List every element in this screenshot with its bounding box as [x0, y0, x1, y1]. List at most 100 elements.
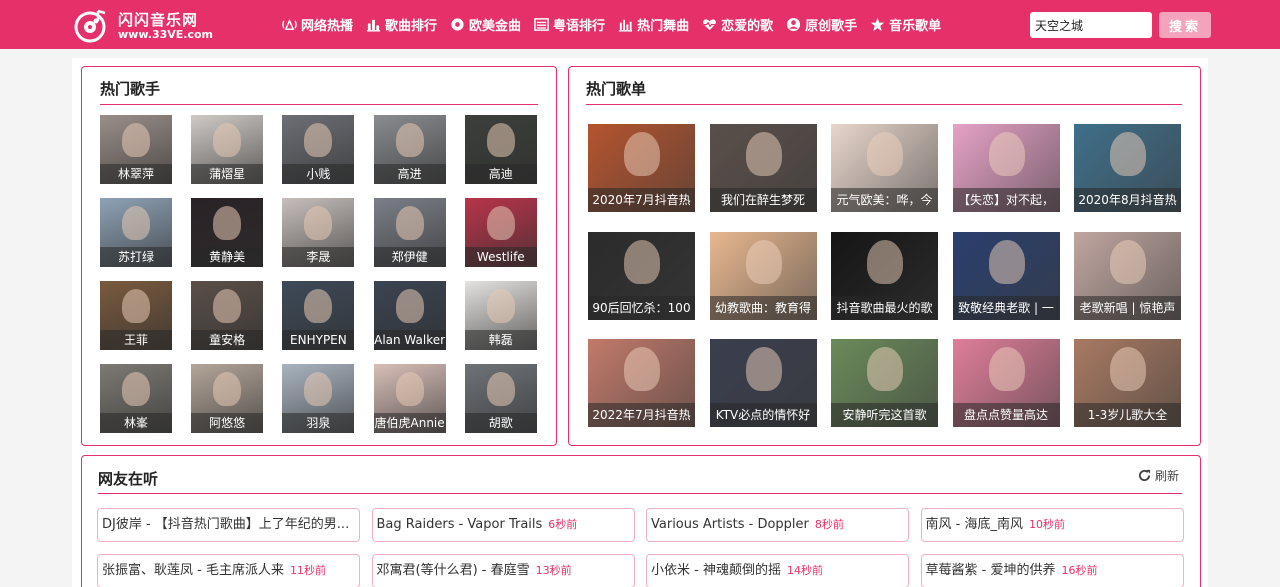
- singer-photo: [304, 289, 333, 323]
- singer-tile[interactable]: 高进: [373, 115, 446, 184]
- search-button[interactable]: 搜索: [1159, 12, 1211, 38]
- singer-name: 高进: [373, 164, 446, 184]
- playlist-tile[interactable]: 2020年7月抖音热: [588, 124, 695, 212]
- nav-item-playlists[interactable]: 音乐歌单: [870, 15, 941, 34]
- singer-tile[interactable]: 小贱: [282, 115, 355, 184]
- search-input[interactable]: [1030, 12, 1152, 38]
- singer-name: Westlife: [464, 247, 537, 267]
- singer-tile[interactable]: 高迪: [464, 115, 537, 184]
- singer-photo: [213, 206, 242, 240]
- singer-tile[interactable]: 郑伊健: [373, 198, 446, 267]
- singer-name: 苏打绿: [100, 247, 172, 267]
- playlist-cover: [1110, 347, 1146, 391]
- singer-tile[interactable]: 苏打绿: [100, 198, 172, 267]
- singer-tile[interactable]: 王菲: [100, 281, 172, 350]
- playlist-tile[interactable]: 元气欧美：哗，今: [831, 124, 938, 212]
- singer-tile[interactable]: Westlife: [464, 198, 537, 267]
- playlist-tile[interactable]: 幼教歌曲：教育得: [709, 231, 817, 320]
- listening-song: 草莓酱紫 - 爱坤的供养: [925, 563, 1056, 578]
- singer-name: 郑伊健: [373, 247, 446, 267]
- singer-photo: [122, 372, 150, 406]
- singer-tile[interactable]: 羽泉: [282, 364, 355, 433]
- nav-item-love-songs[interactable]: 恋爱的歌: [702, 15, 773, 34]
- nav-label: 原创歌手: [805, 19, 858, 34]
- listening-item[interactable]: 南风 - 海底_南风 10秒前: [920, 508, 1184, 542]
- playlist-tile[interactable]: 盘点点赞量高达: [952, 339, 1060, 427]
- singer-tile[interactable]: 林峯: [100, 364, 172, 433]
- singer-tile[interactable]: 蒲熠星: [191, 115, 264, 184]
- nav-item-broadcast[interactable]: 网络热播: [282, 15, 353, 34]
- playlist-name: 幼教歌曲：教育得: [709, 295, 817, 320]
- heart-pulse-icon: [703, 19, 717, 31]
- singer-tile[interactable]: ENHYPEN: [282, 281, 355, 350]
- playlist-name: 2022年7月抖音热: [588, 403, 695, 427]
- listening-item[interactable]: DJ彼岸 - 【抖音热门歌曲】上了年纪的男...: [97, 508, 360, 542]
- singer-tile[interactable]: Alan Walker: [373, 281, 446, 350]
- singer-name: 童安格: [191, 330, 264, 350]
- playlist-cover: [867, 347, 903, 391]
- nav-item-cantonese-rank[interactable]: 粤语排行: [534, 15, 605, 34]
- singer-photo: [304, 123, 333, 157]
- singer-name: 小贱: [282, 164, 355, 184]
- playlist-tile[interactable]: 安静听完这首歌: [831, 339, 938, 427]
- nav-label: 欧美金曲: [469, 19, 522, 34]
- nav-item-original-singers[interactable]: 原创歌手: [786, 15, 857, 34]
- main-nav: 网络热播 歌曲排行 欧美金曲 粤语排行 热门舞曲 恋爱的歌 原创歌手 音乐歌单: [282, 0, 954, 49]
- singer-tile[interactable]: 童安格: [191, 281, 264, 350]
- playlist-name: 1-3岁儿歌大全: [1074, 403, 1181, 427]
- refresh-icon: [1138, 469, 1151, 482]
- listening-item[interactable]: 草莓酱紫 - 爱坤的供养 16秒前: [920, 554, 1184, 587]
- singer-photo: [486, 372, 515, 406]
- listening-item[interactable]: Various Artists - Doppler 8秒前: [646, 508, 909, 542]
- playlist-cover: [1110, 239, 1146, 284]
- site-logo[interactable]: 闪闪音乐网 www.33VE.com: [72, 6, 222, 44]
- singer-tile[interactable]: 李晟: [282, 198, 355, 267]
- singer-name: 林翠萍: [100, 164, 172, 184]
- site-url: www.33VE.com: [118, 28, 214, 41]
- singer-tile[interactable]: 黄静美: [191, 198, 264, 267]
- nav-item-dance[interactable]: 热门舞曲: [618, 15, 689, 34]
- singer-name: Alan Walker: [373, 330, 446, 350]
- playlist-tile[interactable]: 2020年8月抖音热: [1074, 124, 1181, 212]
- playlist-tile[interactable]: 老歌新唱 | 惊艳声: [1074, 231, 1181, 320]
- hot-playlists-divider: [586, 104, 1182, 105]
- playlist-cover: [988, 347, 1025, 391]
- singer-tile[interactable]: 胡歌: [464, 364, 537, 433]
- singer-photo: [486, 123, 515, 157]
- singer-photo: [213, 289, 242, 323]
- listening-item[interactable]: Bag Raiders - Vapor Trails 6秒前: [371, 508, 635, 542]
- singer-name: 林峯: [100, 413, 172, 433]
- playlist-tile[interactable]: 2022年7月抖音热: [588, 339, 695, 427]
- singer-name: 胡歌: [464, 413, 537, 433]
- user-circle-icon: [787, 17, 801, 32]
- singer-tile[interactable]: 唐伯虎Annie: [373, 364, 446, 433]
- playlist-tile[interactable]: 【失恋】对不起，: [952, 124, 1060, 212]
- listening-item[interactable]: 小依米 - 神魂颠倒的摇 14秒前: [646, 554, 909, 587]
- singer-tile[interactable]: 阿悠悠: [191, 364, 264, 433]
- singer-name: ENHYPEN: [282, 330, 355, 350]
- playlist-cover: [1110, 132, 1146, 176]
- playlist-tile[interactable]: 我们在醉生梦死: [709, 124, 817, 212]
- playlist-name: 我们在醉生梦死: [709, 188, 817, 212]
- singer-tile[interactable]: 韩磊: [464, 281, 537, 350]
- playlist-tile[interactable]: 90后回忆杀：100: [588, 231, 695, 320]
- singer-photo: [122, 289, 150, 323]
- nav-item-western-hits[interactable]: 欧美金曲: [450, 15, 521, 34]
- playlist-name: 老歌新唱 | 惊艳声: [1074, 295, 1181, 320]
- listening-item[interactable]: 邓寓君(等什么君) - 春庭雪 13秒前: [371, 554, 635, 587]
- playlist-tile[interactable]: 抖音歌曲最火的歌: [831, 231, 938, 320]
- playlist-tile[interactable]: 致敬经典老歌 | 一: [952, 231, 1060, 320]
- playlist-cover: [988, 132, 1025, 176]
- bar-chart-icon: [366, 19, 381, 32]
- gear-disc-icon: [451, 18, 464, 31]
- singer-tile[interactable]: 林翠萍: [100, 115, 172, 184]
- playlist-tile[interactable]: KTV必点的情怀好: [709, 339, 817, 427]
- nav-item-song-rank[interactable]: 歌曲排行: [366, 15, 437, 34]
- refresh-button[interactable]: 刷新: [1138, 467, 1179, 484]
- playlist-cover: [624, 347, 660, 391]
- playlist-tile[interactable]: 1-3岁儿歌大全: [1074, 339, 1181, 427]
- playlist-cover: [867, 132, 903, 176]
- listening-item[interactable]: 张振富、耿莲凤 - 毛主席派人来 11秒前: [97, 554, 360, 587]
- singer-photo: [213, 123, 242, 157]
- singer-photo: [304, 206, 333, 240]
